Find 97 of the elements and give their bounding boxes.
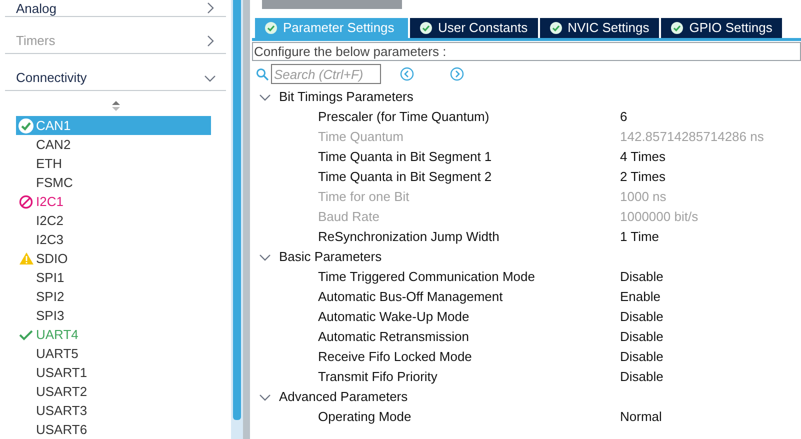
parameter-value: 142.85714285714286 ns: [620, 128, 764, 146]
group-title: Bit Timings Parameters: [279, 88, 414, 106]
parameter-value: 1000 ns: [620, 188, 666, 206]
peripheral-label: CAN1: [36, 116, 71, 135]
parameter-name: Transmit Fifo Priority: [317, 368, 438, 386]
parameter-name: Time Triggered Communication Mode: [317, 268, 536, 286]
sort-icon[interactable]: [112, 101, 120, 111]
parameter-value: 2 Times: [620, 168, 666, 186]
parameter-row[interactable]: Time Quanta in Bit Segment 1 4 Times: [252, 147, 801, 167]
parameter-name: Receive Fifo Locked Mode: [317, 348, 473, 366]
parameter-value: Disable: [620, 328, 664, 346]
parameter-name: Time Quanta in Bit Segment 1: [317, 148, 493, 166]
category-label: Analog: [16, 0, 56, 16]
peripheral-label: UART4: [36, 326, 78, 344]
parameter-value: 1 Time: [620, 228, 660, 246]
peripheral-item[interactable]: SDIO: [16, 249, 211, 268]
peripheral-label: SPI3: [36, 306, 64, 325]
parameter-row[interactable]: Time Triggered Communication Mode Disable: [252, 267, 801, 287]
peripheral-label: USART2: [36, 382, 88, 401]
peripheral-item[interactable]: UART5: [16, 344, 211, 363]
category-label: Connectivity: [16, 69, 87, 88]
peripheral-label: USART6: [36, 420, 88, 439]
peripheral-item[interactable]: SPI2: [16, 287, 211, 306]
parameter-row[interactable]: Receive Fifo Locked Mode Disable: [252, 347, 801, 367]
parameter-name: Automatic Wake-Up Mode: [317, 308, 470, 326]
peripheral-label: USART1: [36, 364, 88, 382]
group-title: Advanced Parameters: [279, 388, 408, 406]
parameter-value: 6: [620, 108, 628, 126]
parameter-row[interactable]: Time Quanta in Bit Segment 2 2 Times: [252, 167, 801, 187]
parameter-name: ReSynchronization Jump Width: [317, 228, 500, 246]
check-circle-icon: [550, 22, 562, 34]
check-circle-icon: [420, 22, 432, 34]
parameter-name: Prescaler (for Time Quantum): [317, 108, 490, 126]
peripheral-item[interactable]: USART6: [16, 420, 211, 439]
parameter-name: Time Quanta in Bit Segment 2: [317, 168, 493, 186]
parameter-row[interactable]: ReSynchronization Jump Width 1 Time: [252, 227, 801, 247]
peripheral-item[interactable]: SPI3: [16, 306, 211, 325]
settings-tab[interactable]: NVIC Settings: [540, 18, 660, 38]
peripheral-item[interactable]: USART3: [16, 401, 211, 420]
peripheral-label: ETH: [36, 154, 62, 173]
peripheral-label: USART3: [36, 402, 88, 420]
peripheral-item[interactable]: USART1: [16, 363, 211, 382]
search-field[interactable]: Search (Ctrl+F): [271, 64, 381, 84]
scrollbar[interactable]: [231, 0, 243, 439]
parameter-value: Disable: [620, 308, 664, 326]
check-circle-icon: [265, 22, 277, 34]
peripheral-label: CAN2: [36, 136, 71, 154]
parameter-name: Operating Mode: [317, 408, 412, 426]
peripheral-item[interactable]: SPI1: [16, 268, 211, 287]
settings-tab[interactable]: GPIO Settings: [661, 18, 782, 38]
next-icon[interactable]: [450, 67, 464, 81]
peripheral-item[interactable]: ETH: [16, 154, 211, 173]
peripheral-label: I2C3: [36, 230, 64, 249]
peripheral-item[interactable]: I2C3: [16, 230, 211, 249]
parameter-row[interactable]: Prescaler (for Time Quantum) 6: [252, 107, 801, 127]
parameter-value: 4 Times: [620, 148, 666, 166]
settings-tab[interactable]: User Constants: [410, 18, 538, 38]
parameter-value: 1000000 bit/s: [620, 208, 698, 226]
parameter-value: Disable: [620, 348, 664, 366]
peripheral-label: SPI2: [36, 288, 64, 306]
parameter-row[interactable]: Transmit Fifo Priority Disable: [252, 367, 801, 387]
parameter-value: Normal: [620, 408, 662, 426]
peripheral-label: SDIO: [36, 250, 68, 268]
parameter-row[interactable]: Automatic Bus-Off Management Enable: [252, 287, 801, 307]
parameter-name: Automatic Bus-Off Management: [317, 288, 504, 306]
category-header[interactable]: Analog: [5, 0, 226, 17]
parameter-name: Automatic Retransmission: [317, 328, 470, 346]
peripheral-label: I2C1: [36, 192, 64, 211]
previous-icon[interactable]: [400, 67, 414, 81]
parameter-name: Time Quantum: [317, 128, 404, 146]
parameter-row[interactable]: Automatic Wake-Up Mode Disable: [252, 307, 801, 327]
peripheral-label: UART5: [36, 344, 78, 363]
peripheral-item[interactable]: I2C1: [16, 192, 211, 211]
parameter-value: Disable: [620, 268, 664, 286]
peripheral-label: SPI1: [36, 268, 64, 287]
group-title: Basic Parameters: [279, 248, 382, 266]
scrollbar-thumb[interactable]: [233, 0, 241, 420]
parameter-value: Enable: [620, 288, 660, 306]
peripheral-label: I2C2: [36, 212, 64, 230]
peripheral-label: FSMC: [36, 174, 73, 192]
parameter-value: Disable: [620, 368, 664, 386]
parameter-row[interactable]: Operating Mode Normal: [252, 407, 801, 427]
parameter-row[interactable]: Automatic Retransmission Disable: [252, 327, 801, 347]
peripheral-item[interactable]: CAN2: [16, 135, 211, 154]
category-label: Timers: [16, 32, 56, 50]
group-header[interactable]: Basic Parameters: [252, 247, 801, 267]
instruction-text: Configure the below parameters :: [252, 42, 801, 61]
category-header[interactable]: Connectivity: [5, 54, 226, 91]
group-header[interactable]: Bit Timings Parameters: [252, 87, 801, 107]
check-circle-icon: [671, 22, 684, 34]
group-header[interactable]: Advanced Parameters: [252, 387, 801, 407]
peripheral-item[interactable]: I2C2: [16, 211, 211, 230]
peripheral-item[interactable]: FSMC: [16, 173, 211, 192]
parameter-name: Time for one Bit: [317, 188, 410, 206]
parameter-name: Baud Rate: [317, 208, 380, 226]
search-icon: [256, 68, 269, 80]
peripheral-item[interactable]: USART2: [16, 382, 211, 401]
